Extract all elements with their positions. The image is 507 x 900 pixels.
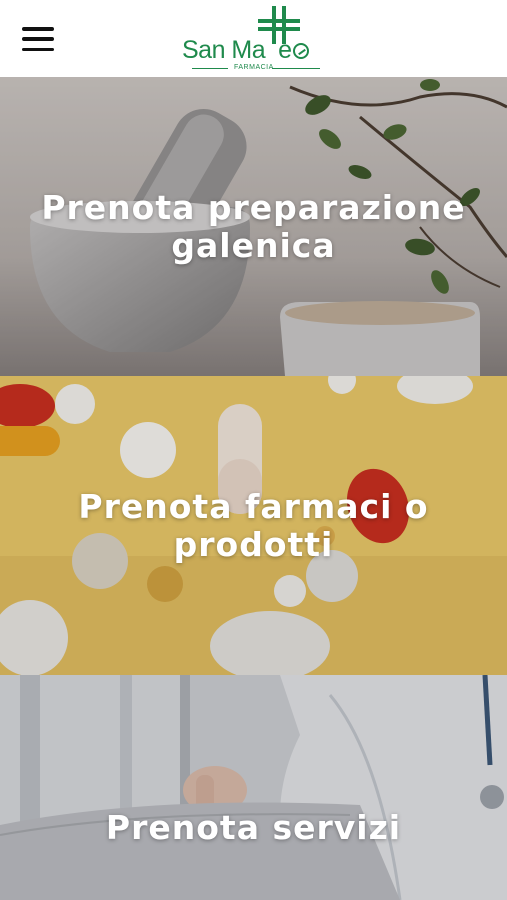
pharmacy-logo[interactable]: San Matte FARMACIA [180, 6, 330, 72]
tile-farmaci-prodotti[interactable]: Prenota farmaci o prodotti [0, 376, 507, 675]
tile-title: Prenota preparazione galenica [41, 187, 466, 265]
logo-subtitle: FARMACIA [234, 64, 274, 71]
logo-wordmark: San Matte [182, 36, 310, 65]
hamburger-menu-icon[interactable] [20, 24, 56, 54]
tile-title: Prenota farmaci o prodotti [78, 486, 429, 564]
tile-servizi[interactable]: Prenota servizi [0, 675, 507, 900]
menu-bar [22, 37, 54, 41]
logo-rule-right [272, 68, 320, 69]
menu-bar [22, 27, 54, 31]
tile-overlay [0, 675, 507, 900]
tile-preparazione-galenica[interactable]: Prenota preparazione galenica [0, 77, 507, 376]
menu-bar [22, 47, 54, 51]
tile-title: Prenota servizi [105, 807, 402, 847]
logo-rule-left [192, 68, 228, 69]
app-header: San Matte FARMACIA [0, 0, 507, 77]
